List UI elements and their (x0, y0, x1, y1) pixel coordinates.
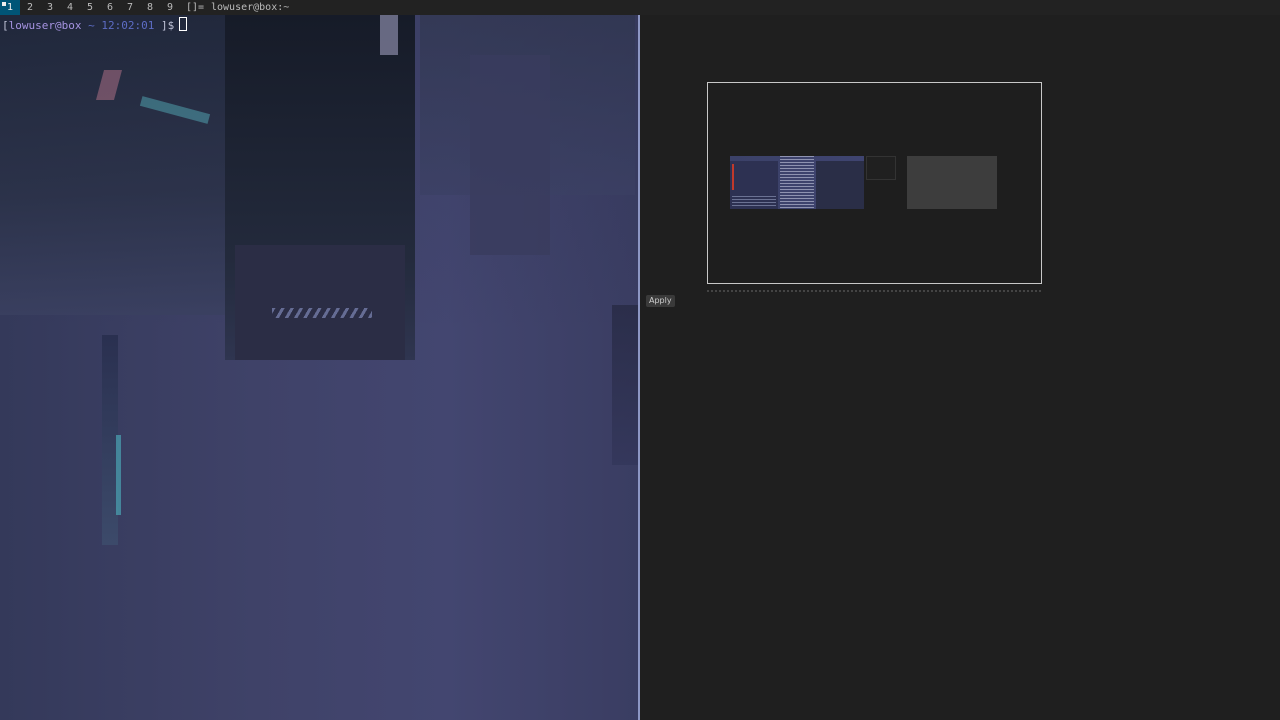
canvas-divider (707, 290, 1042, 292)
monitor-2-thumbnail[interactable] (907, 156, 997, 209)
mini-text-block (780, 156, 814, 209)
prompt-cwd: ~ (88, 19, 95, 32)
status-bar: 1 2 3 4 5 6 7 8 9 []= lowuser@box:~ (0, 0, 1280, 15)
mini-wallpaper (816, 161, 864, 209)
tag-7[interactable]: 7 (120, 0, 140, 15)
tag-8[interactable]: 8 (140, 0, 160, 15)
layout-indicator[interactable]: []= (186, 0, 208, 15)
tag-5[interactable]: 5 (80, 0, 100, 15)
wallpaper-building (235, 245, 405, 360)
monitor-arrangement-canvas[interactable] (707, 82, 1042, 284)
terminal-window[interactable]: [lowuser@box ~ 12:02:01 ]$ (0, 15, 640, 720)
tag-3[interactable]: 3 (40, 0, 60, 15)
prompt-time: 12:02:01 (101, 19, 155, 32)
wallpaper-figure (612, 305, 638, 465)
window-title: lowuser@box:~ (211, 2, 290, 13)
tag-9[interactable]: 9 (160, 0, 180, 15)
tag-1[interactable]: 1 (0, 0, 20, 15)
wallpaper-stripes (272, 308, 372, 318)
mini-text-block (732, 196, 776, 207)
tag-2[interactable]: 2 (20, 0, 40, 15)
text-cursor (179, 17, 188, 31)
mini-accent (732, 164, 734, 190)
monitor-1-thumbnail[interactable] (730, 156, 864, 209)
prompt-open-bracket: [ (2, 19, 9, 32)
wallpaper-light (116, 435, 121, 515)
prompt-close: ]$ (160, 19, 175, 32)
wallpaper-building (0, 15, 240, 315)
wallpaper-window (380, 15, 398, 55)
tag-6[interactable]: 6 (100, 0, 120, 15)
apply-button[interactable]: Apply (646, 295, 675, 307)
shell-prompt: [lowuser@box ~ 12:02:01 ]$ (2, 17, 188, 32)
prompt-user-host: lowuser@box (8, 19, 82, 32)
mini-window (866, 156, 896, 180)
wallpaper-building (470, 55, 550, 255)
tag-4[interactable]: 4 (60, 0, 80, 15)
